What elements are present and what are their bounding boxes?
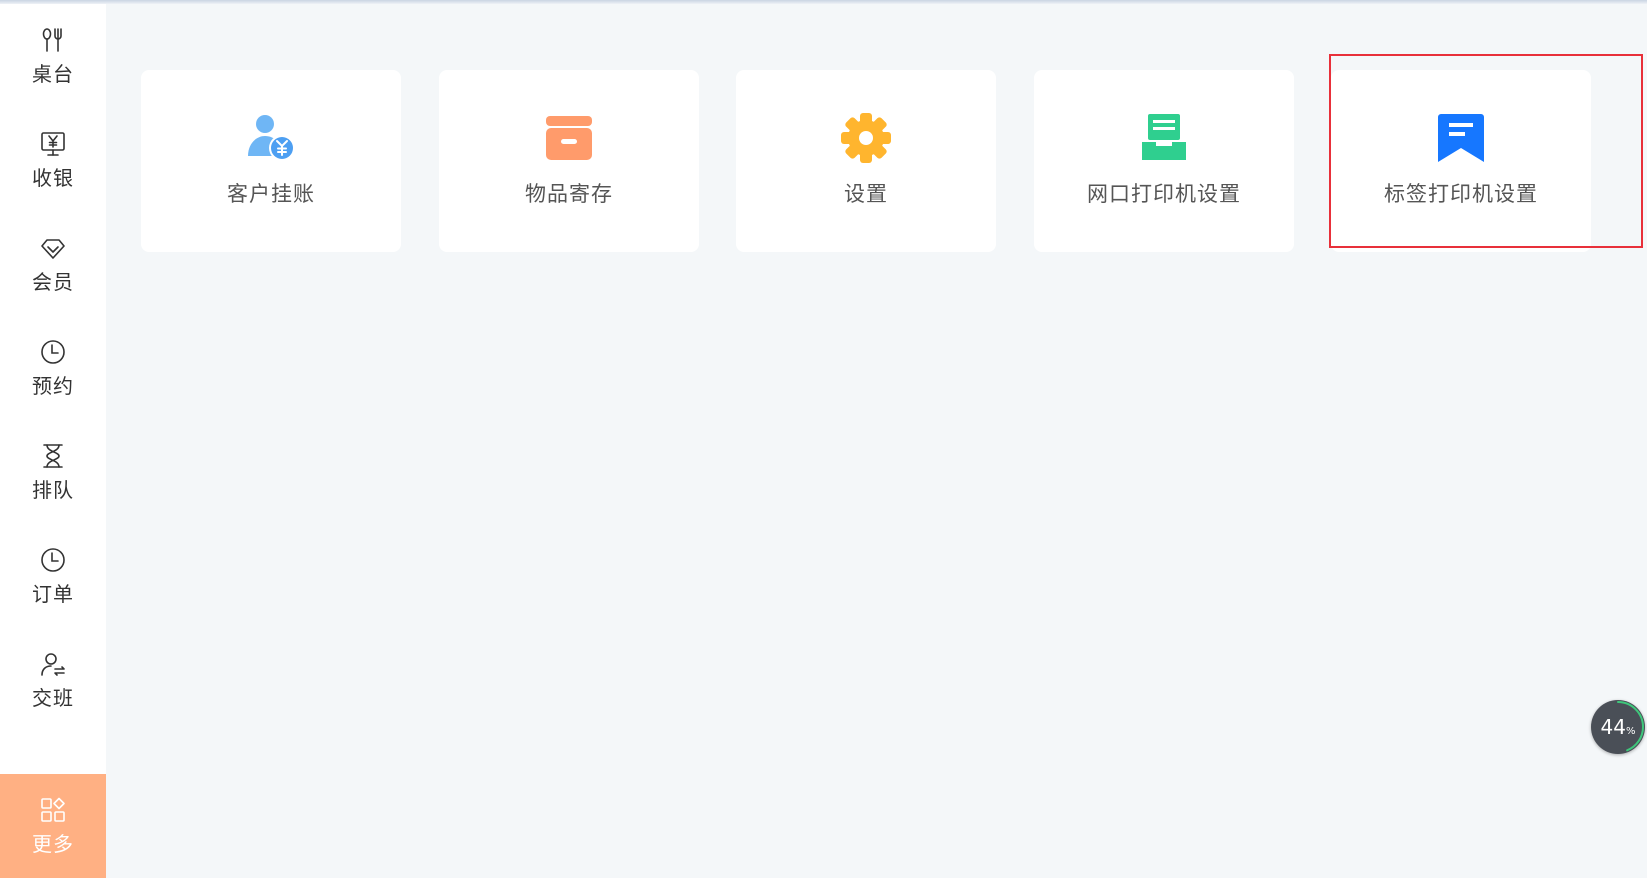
- user-swap-icon: [41, 652, 65, 676]
- card-label: 设置: [844, 182, 888, 206]
- card-label: 客户挂账: [227, 182, 315, 206]
- card-item-storage[interactable]: 物品寄存: [439, 70, 699, 252]
- card-network-printer-settings[interactable]: 网口打印机设置: [1034, 70, 1294, 252]
- progress-value: 44: [1600, 715, 1626, 739]
- card-label: 标签打印机设置: [1384, 182, 1538, 206]
- diamond-icon: [41, 238, 65, 259]
- storage-box-icon: [546, 116, 592, 160]
- card-label-printer-settings[interactable]: 标签打印机设置: [1331, 70, 1591, 252]
- sidebar-item-label: 桌台: [32, 61, 74, 86]
- fork-knife-icon: [42, 27, 62, 52]
- card-label: 网口打印机设置: [1087, 182, 1241, 206]
- sidebar-item-queue[interactable]: 排队: [0, 420, 106, 524]
- progress-indicator[interactable]: 44 %: [1591, 700, 1645, 754]
- network-printer-icon: [1142, 114, 1186, 160]
- card-customer-credit[interactable]: 客户挂账: [141, 70, 401, 252]
- sidebar-item-reservation[interactable]: 预约: [0, 316, 106, 420]
- clock-icon: [41, 339, 65, 364]
- sidebar-item-label: 交班: [32, 685, 74, 710]
- card-settings[interactable]: 设置: [736, 70, 996, 252]
- sidebar-item-shift[interactable]: 交班: [0, 628, 106, 732]
- sidebar-item-label: 会员: [32, 269, 74, 294]
- customer-credit-icon: [248, 115, 295, 161]
- cashier-monitor-icon: [41, 131, 65, 156]
- sidebar-item-member[interactable]: 会员: [0, 212, 106, 316]
- card-label: 物品寄存: [525, 182, 613, 206]
- sidebar-item-label: 排队: [32, 477, 74, 502]
- sidebar-item-label: 订单: [32, 581, 74, 606]
- sidebar-item-label: 收银: [32, 165, 74, 190]
- clock-icon: [41, 547, 65, 572]
- sidebar-item-order[interactable]: 订单: [0, 524, 106, 628]
- sidebar-item-more[interactable]: 更多: [0, 774, 106, 878]
- sidebar-item-label: 更多: [32, 831, 74, 856]
- main-content: 客户挂账 物品寄存 设置 网口打印机设置 标签打印机设置: [106, 4, 1647, 877]
- gear-icon: [841, 113, 891, 163]
- hourglass-icon: [43, 443, 63, 468]
- sidebar-item-cashier[interactable]: 收银: [0, 108, 106, 212]
- sidebar-item-label: 预约: [32, 373, 74, 398]
- grid-more-icon: [41, 797, 65, 822]
- sidebar-item-table[interactable]: 桌台: [0, 4, 106, 108]
- progress-unit: %: [1625, 725, 1636, 737]
- label-bookmark-icon: [1438, 114, 1484, 162]
- sidebar: 桌台 收银 会员 预约 排队 订单 交班 更多: [0, 4, 106, 878]
